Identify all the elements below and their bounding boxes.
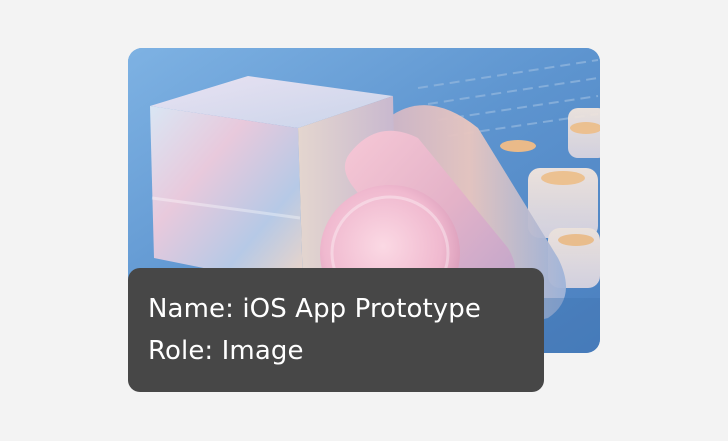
accessibility-tooltip: Name: iOS App Prototype Role: Image: [128, 268, 544, 392]
tooltip-name-line: Name: iOS App Prototype: [148, 294, 481, 324]
tooltip-role-line: Role: Image: [148, 336, 304, 366]
